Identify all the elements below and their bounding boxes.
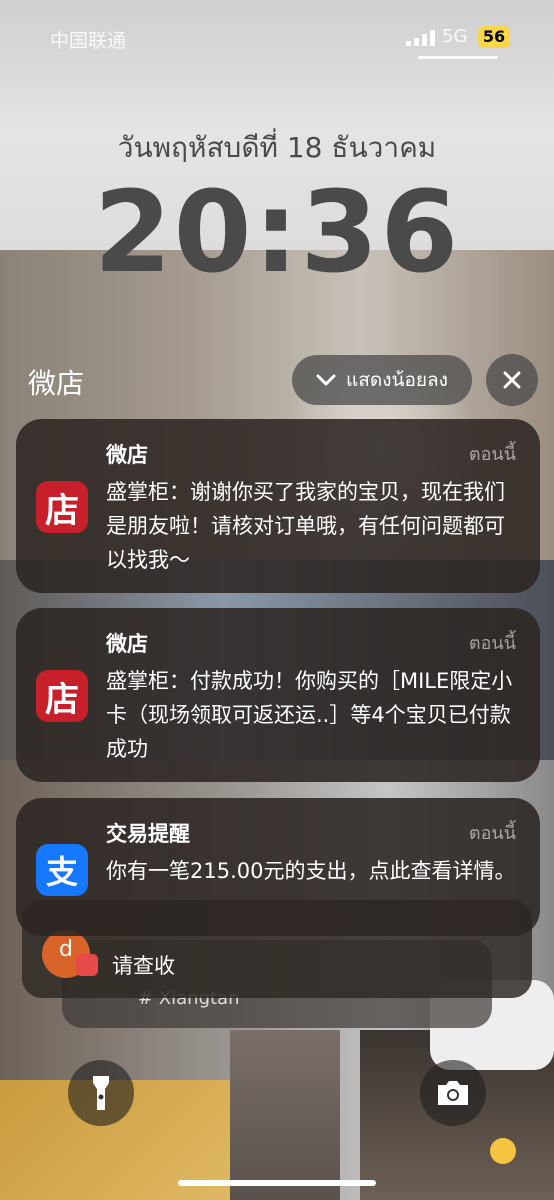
alipay-icon: 支 [36,844,88,896]
notification-body: 盛掌柜：谢谢你买了我家的宝贝，现在我们是朋友啦！请核对订单哦，有任何问题都可以找… [106,480,505,572]
shop-icon: 店 [36,481,88,533]
battery-icon: 56 [478,26,510,48]
notification-card[interactable]: 支 交易提醒 ตอนนี้ 你有一笔215.00元的支出，点此查看详情。 [16,798,540,936]
shop-icon: 店 [36,670,88,722]
flashlight-icon [93,1076,109,1110]
camera-button[interactable] [420,1060,486,1126]
notification-body: 盛掌柜：付款成功！你购买的［MILE限定小卡（现场领取可返还运..］等4个宝贝已… [106,669,513,761]
control-center-indicator[interactable] [418,56,498,59]
stacked-notification-body: 请查收 [112,954,175,978]
notification-card[interactable]: 店 微店 ตอนนี้ 盛掌柜：付款成功！你购买的［MILE限定小卡（现场领取可… [16,608,540,782]
signal-icon [406,30,436,46]
camera-icon [438,1081,468,1105]
notification-time: ตอนนี้ [468,823,516,844]
clear-group-button[interactable] [486,354,538,406]
show-less-label: แสดงน้อยลง [346,369,448,391]
chevron-down-icon [316,374,336,386]
lock-date: วันพฤหัสบดีที่ 18 ธันวาคม [117,131,437,164]
flashlight-button[interactable] [68,1060,134,1126]
home-indicator[interactable] [178,1180,376,1186]
notification-group-title: 微店 [28,367,85,400]
notification-app-name: 交易提醒 [106,822,190,846]
notification-app-name: 微店 [106,443,148,467]
lock-clock: 20:36 [93,168,461,298]
emoji-sticker-icon [490,1138,516,1164]
carrier-name: 中国联通 [50,30,127,52]
close-icon [503,371,521,389]
show-less-button[interactable]: แสดงน้อยลง [292,355,472,405]
notification-time: ตอนนี้ [468,444,516,465]
notification-app-name: 微店 [106,632,148,656]
notification-card[interactable]: 店 微店 ตอนนี้ 盛掌柜：谢谢你买了我家的宝贝，现在我们是朋友啦！请核对订… [16,419,540,593]
notification-time: ตอนนี้ [468,633,516,654]
network-type: 5G [442,26,468,47]
status-bar: 中国联通 5G 56 [0,24,554,54]
app-badge-icon [76,954,98,976]
notification-body: 你有一笔215.00元的支出，点此查看详情。 [106,859,516,883]
